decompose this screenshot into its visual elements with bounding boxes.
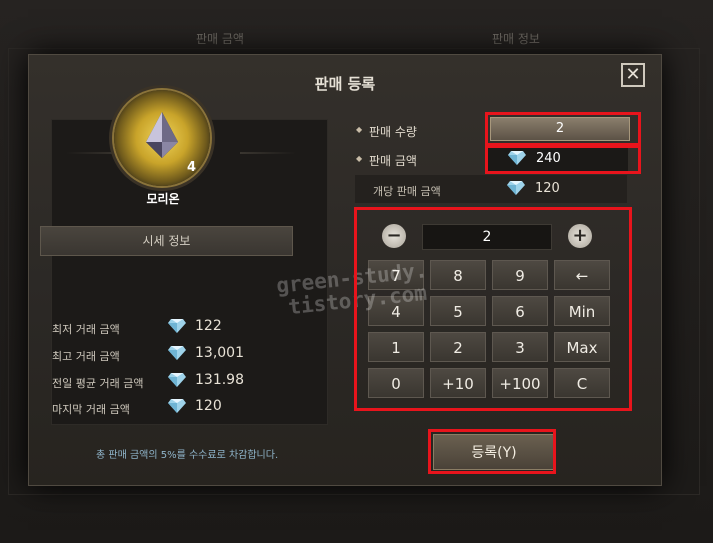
ornament-left — [66, 152, 122, 154]
key-9[interactable]: 9 — [492, 260, 548, 290]
key-8[interactable]: 8 — [430, 260, 486, 290]
unit-price-label: 개당 판매 금액 — [373, 185, 441, 198]
background-tab-price: 판매 금액 — [196, 32, 244, 46]
market-row-value: 120 — [195, 398, 222, 414]
decrement-button[interactable]: − — [382, 224, 406, 248]
market-info-header: 시세 정보 — [40, 226, 293, 256]
register-button[interactable]: 등록(Y) — [433, 434, 555, 470]
quantity-label: 판매 수량 — [369, 125, 417, 139]
item-name: 모리온 — [146, 192, 180, 206]
total-price-value: 240 — [536, 151, 561, 166]
numpad: − 2 + 7 8 9 ← 4 5 6 Min 1 2 3 Max 0 +10 … — [362, 214, 624, 406]
key-3[interactable]: 3 — [492, 332, 548, 362]
diamond-icon — [168, 373, 186, 387]
price-label: 판매 금액 — [369, 154, 417, 168]
diamond-icon — [168, 399, 186, 413]
key-plus-100[interactable]: +100 — [492, 368, 548, 398]
market-row-average: 전일 평균 거래 금액 131.98 — [52, 372, 292, 394]
diamond-icon — [168, 346, 186, 360]
key-backspace[interactable]: ← — [554, 260, 610, 290]
key-6[interactable]: 6 — [492, 296, 548, 326]
diamond-icon — [507, 181, 525, 195]
numpad-display[interactable]: 2 — [422, 224, 552, 250]
market-row-label: 마지막 거래 금액 — [52, 403, 130, 416]
ornament-right — [240, 152, 296, 154]
key-0[interactable]: 0 — [368, 368, 424, 398]
bullet-icon: ◆ — [356, 154, 363, 163]
unit-price-value: 120 — [535, 181, 560, 196]
diamond-icon — [168, 319, 186, 333]
diamond-icon — [508, 151, 526, 165]
key-1[interactable]: 1 — [368, 332, 424, 362]
market-row-label: 최고 거래 금액 — [52, 350, 120, 363]
market-row-label: 전일 평균 거래 금액 — [52, 377, 144, 390]
market-row-last: 마지막 거래 금액 120 — [52, 398, 292, 420]
fee-hint: 총 판매 금액의 5%를 수수료로 차감합니다. — [96, 450, 279, 461]
key-max[interactable]: Max — [554, 332, 610, 362]
increment-button[interactable]: + — [568, 224, 592, 248]
key-clear[interactable]: C — [554, 368, 610, 398]
market-row-highest: 최고 거래 금액 13,001 — [52, 345, 292, 367]
market-row-value: 122 — [195, 318, 222, 334]
total-price-field: 240 — [488, 147, 628, 171]
gem-icon — [146, 112, 178, 158]
market-row-value: 131.98 — [195, 372, 244, 388]
dialog-title: 판매 등록 — [314, 75, 376, 93]
quantity-input[interactable]: 2 — [490, 117, 630, 141]
bullet-icon: ◆ — [356, 125, 363, 134]
key-min[interactable]: Min — [554, 296, 610, 326]
market-row-label: 최저 거래 금액 — [52, 323, 120, 336]
key-plus-10[interactable]: +10 — [430, 368, 486, 398]
key-5[interactable]: 5 — [430, 296, 486, 326]
item-count: 4 — [187, 160, 197, 175]
key-2[interactable]: 2 — [430, 332, 486, 362]
market-row-lowest: 최저 거래 금액 122 — [52, 318, 292, 340]
unit-price-row: 개당 판매 금액 120 — [355, 175, 627, 203]
background-tab-info: 판매 정보 — [492, 32, 540, 46]
close-icon[interactable]: ✕ — [621, 63, 645, 87]
market-row-value: 13,001 — [195, 345, 244, 361]
